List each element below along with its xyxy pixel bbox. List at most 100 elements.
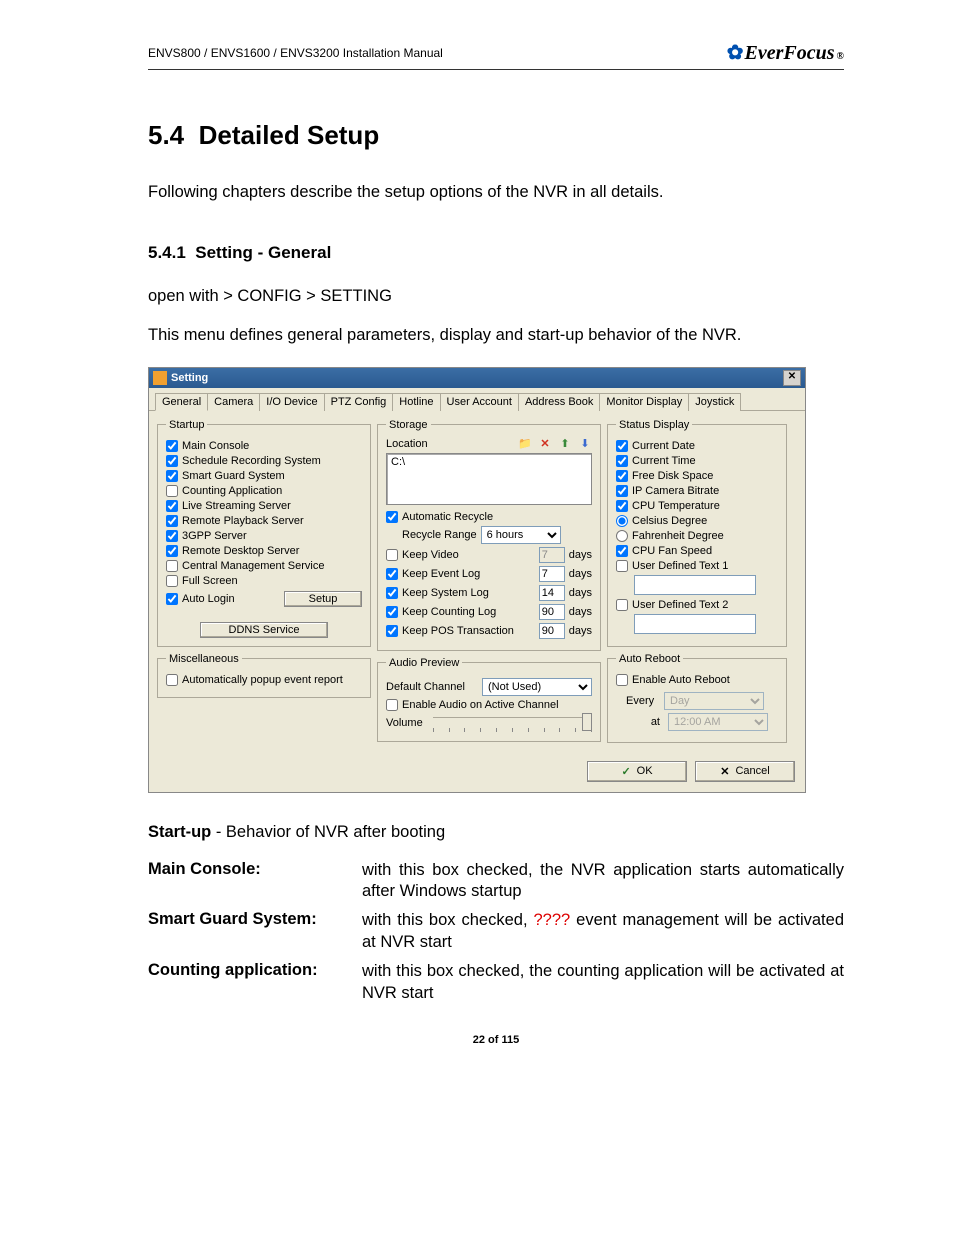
- udt1-input[interactable]: [634, 575, 756, 595]
- ddns-service-button[interactable]: DDNS Service: [200, 622, 328, 638]
- default-channel-label: Default Channel: [386, 681, 478, 693]
- check-icon: ✓: [621, 765, 630, 778]
- chk-keep-counting-log[interactable]: [386, 606, 398, 618]
- titlebar: Setting ✕: [149, 368, 805, 388]
- chk-full-screen[interactable]: Full Screen: [166, 575, 362, 587]
- tab-monitor-display[interactable]: Monitor Display: [599, 393, 689, 411]
- startup-desc-heading: Start-up - Behavior of NVR after booting: [148, 823, 844, 842]
- down-arrow-icon[interactable]: ⬇: [578, 437, 592, 451]
- chk-auto-login[interactable]: Auto Login: [166, 593, 280, 605]
- chk-cpu-temp[interactable]: CPU Temperature: [616, 500, 778, 512]
- desc-row-main-console: Main Console: with this box checked, the…: [148, 860, 844, 903]
- tab-joystick[interactable]: Joystick: [688, 393, 741, 411]
- chk-3gpp-server[interactable]: 3GPP Server: [166, 530, 362, 542]
- tab-address-book[interactable]: Address Book: [518, 393, 600, 411]
- udt2-input[interactable]: [634, 614, 756, 634]
- startup-legend: Startup: [166, 419, 207, 431]
- keep-video-days: [539, 547, 565, 563]
- startup-group: Startup Main Console Schedule Recording …: [157, 419, 371, 647]
- section-intro: Following chapters describe the setup op…: [148, 181, 844, 203]
- volume-label: Volume: [386, 717, 423, 729]
- chk-counting-app[interactable]: Counting Application: [166, 485, 362, 497]
- delete-icon[interactable]: ✕: [538, 437, 552, 451]
- close-button[interactable]: ✕: [783, 370, 801, 386]
- keep-system-days[interactable]: [539, 585, 565, 601]
- chk-main-console[interactable]: Main Console: [166, 440, 362, 452]
- header-title: ENVS800 / ENVS1600 / ENVS3200 Installati…: [148, 46, 443, 60]
- desc-row-counting-app: Counting application: with this box chec…: [148, 961, 844, 1004]
- audio-preview-group: Audio Preview Default Channel (Not Used)…: [377, 657, 601, 742]
- chk-central-mgmt[interactable]: Central Management Service: [166, 560, 362, 572]
- chk-ip-bitrate[interactable]: IP Camera Bitrate: [616, 485, 778, 497]
- tab-ptz-config[interactable]: PTZ Config: [324, 393, 394, 411]
- chk-udt2[interactable]: User Defined Text 2: [616, 599, 778, 611]
- status-display-group: Status Display Current Date Current Time…: [607, 419, 787, 647]
- chk-keep-system-log[interactable]: [386, 587, 398, 599]
- reboot-at-select: 12:00 AM: [668, 713, 768, 731]
- storage-group: Storage Location 📁 ✕ ⬆ ⬇ C:\ Automatic: [377, 419, 601, 651]
- brand-icon: ✿: [727, 40, 744, 65]
- window-title: Setting: [171, 372, 208, 384]
- default-channel-select[interactable]: (Not Used): [482, 678, 592, 696]
- x-icon: ✕: [720, 765, 729, 778]
- tab-io-device[interactable]: I/O Device: [259, 393, 324, 411]
- up-arrow-icon[interactable]: ⬆: [558, 437, 572, 451]
- chk-enable-auto-reboot[interactable]: Enable Auto Reboot: [616, 674, 778, 686]
- chk-free-disk[interactable]: Free Disk Space: [616, 470, 778, 482]
- chk-remote-playback[interactable]: Remote Playback Server: [166, 515, 362, 527]
- status-legend: Status Display: [616, 419, 692, 431]
- section-heading: 5.4 Detailed Setup: [148, 120, 844, 151]
- every-label: Every: [626, 695, 660, 707]
- chk-schedule-recording[interactable]: Schedule Recording System: [166, 455, 362, 467]
- ok-button[interactable]: ✓OK: [587, 761, 687, 782]
- setup-button[interactable]: Setup: [284, 591, 362, 607]
- page-header: ENVS800 / ENVS1600 / ENVS3200 Installati…: [148, 40, 844, 70]
- reboot-legend: Auto Reboot: [616, 653, 683, 665]
- chk-keep-pos[interactable]: [386, 625, 398, 637]
- chk-auto-popup-event[interactable]: Automatically popup event report: [166, 674, 362, 686]
- chk-enable-audio-active[interactable]: Enable Audio on Active Channel: [386, 699, 592, 711]
- chk-keep-video[interactable]: [386, 549, 398, 561]
- folder-icon[interactable]: 📁: [518, 437, 532, 451]
- subsection-desc: This menu defines general parameters, di…: [148, 324, 844, 346]
- misc-group: Miscellaneous Automatically popup event …: [157, 653, 371, 698]
- tab-camera[interactable]: Camera: [207, 393, 260, 411]
- tab-user-account[interactable]: User Account: [440, 393, 519, 411]
- chk-smart-guard[interactable]: Smart Guard System: [166, 470, 362, 482]
- recycle-range-label: Recycle Range: [402, 529, 477, 541]
- chk-remote-desktop[interactable]: Remote Desktop Server: [166, 545, 362, 557]
- breadcrumb: open with > CONFIG > SETTING: [148, 287, 844, 306]
- storage-legend: Storage: [386, 419, 431, 431]
- chk-auto-recycle[interactable]: Automatic Recycle: [386, 511, 592, 523]
- auto-reboot-group: Auto Reboot Enable Auto Reboot Every Day…: [607, 653, 787, 743]
- location-item[interactable]: C:\: [391, 456, 587, 468]
- at-label: at: [626, 716, 664, 728]
- chk-cpu-fan[interactable]: CPU Fan Speed: [616, 545, 778, 557]
- radio-celsius[interactable]: Celsius Degree: [616, 515, 778, 527]
- recycle-range-select[interactable]: 6 hours: [481, 526, 561, 544]
- chk-live-streaming[interactable]: Live Streaming Server: [166, 500, 362, 512]
- location-list[interactable]: C:\: [386, 453, 592, 505]
- subsection-heading: 5.4.1 Setting - General: [148, 243, 844, 263]
- tab-hotline[interactable]: Hotline: [392, 393, 440, 411]
- location-label: Location: [386, 438, 428, 450]
- desc-row-smart-guard: Smart Guard System: with this box checke…: [148, 910, 844, 953]
- keep-event-days[interactable]: [539, 566, 565, 582]
- page-number: 22 of 115: [148, 1034, 844, 1046]
- radio-fahrenheit[interactable]: Fahrenheit Degree: [616, 530, 778, 542]
- brand-logo: ✿ EverFocus®: [727, 40, 844, 65]
- reboot-every-select: Day: [664, 692, 764, 710]
- tab-general[interactable]: General: [155, 393, 208, 411]
- cancel-button[interactable]: ✕Cancel: [695, 761, 795, 782]
- keep-counting-days[interactable]: [539, 604, 565, 620]
- misc-legend: Miscellaneous: [166, 653, 242, 665]
- chk-udt1[interactable]: User Defined Text 1: [616, 560, 778, 572]
- tab-bar: General Camera I/O Device PTZ Config Hot…: [149, 388, 805, 411]
- chk-current-time[interactable]: Current Time: [616, 455, 778, 467]
- chk-current-date[interactable]: Current Date: [616, 440, 778, 452]
- settings-dialog: Setting ✕ General Camera I/O Device PTZ …: [148, 367, 806, 793]
- volume-slider[interactable]: [433, 717, 592, 730]
- keep-pos-days[interactable]: [539, 623, 565, 639]
- chk-keep-event-log[interactable]: [386, 568, 398, 580]
- audio-legend: Audio Preview: [386, 657, 462, 669]
